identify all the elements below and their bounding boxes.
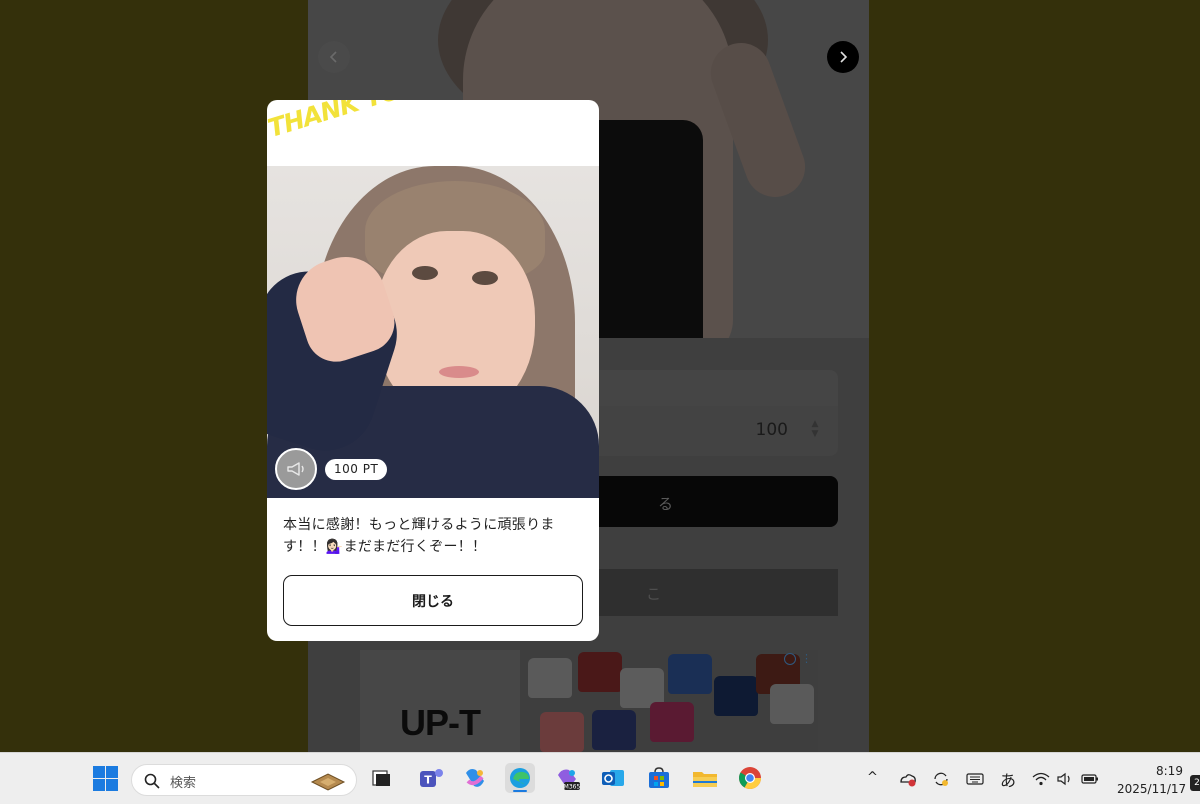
ad-image: ⋮ <box>520 650 818 752</box>
avatar <box>275 448 317 490</box>
microsoft-store-icon[interactable] <box>644 763 674 793</box>
onedrive-error-icon[interactable] <box>899 771 917 787</box>
carousel-next-button[interactable] <box>827 41 859 73</box>
task-view-icon[interactable] <box>366 763 396 793</box>
thank-you-modal: THANK YOU 100 PT 本当に感謝！もっと輝けるように頑張ります！！💁… <box>267 100 599 641</box>
file-explorer-icon[interactable] <box>690 763 720 793</box>
megaphone-icon <box>287 462 304 476</box>
sync-icon[interactable] <box>932 771 950 787</box>
teams-icon[interactable]: T <box>416 763 446 793</box>
chrome-icon[interactable] <box>735 763 765 793</box>
thank-you-message: 本当に感謝！もっと輝けるように頑張ります！！💁🏻‍♀️まだまだ行くぞー！！ <box>283 517 555 555</box>
m365-icon[interactable]: M365 <box>552 763 582 793</box>
ad-info-icon[interactable] <box>784 653 796 665</box>
volume-icon[interactable] <box>1056 771 1074 787</box>
points-badge: 100 PT <box>325 459 388 480</box>
search-icon <box>144 773 160 789</box>
clock-date[interactable]: 2025/11/17 <box>1117 782 1186 796</box>
tray-overflow-chevron-icon[interactable]: ^ <box>867 770 878 785</box>
ad-more-icon[interactable]: ⋮ <box>801 652 812 665</box>
keyboard-icon[interactable] <box>966 771 984 787</box>
chevron-left-icon <box>329 51 337 63</box>
close-button[interactable]: 閉じる <box>283 575 583 626</box>
quantity-stepper-icon[interactable]: ▲ ▼ <box>810 419 820 441</box>
chevron-right-icon <box>840 51 848 63</box>
taskbar: 検索 T M365 ^ あ 8:19 2025/11/17 2 <box>0 752 1200 804</box>
quantity-value: 100 <box>755 420 788 440</box>
outlook-icon[interactable] <box>598 763 628 793</box>
clock-time[interactable]: 8:19 <box>1156 764 1183 778</box>
search-placeholder: 検索 <box>170 776 197 791</box>
search-highlight-icon <box>310 773 346 791</box>
copilot-icon[interactable] <box>460 763 490 793</box>
edge-icon[interactable] <box>505 763 535 793</box>
modal-photo: 100 PT <box>267 166 599 498</box>
svg-text:T: T <box>424 774 432 787</box>
thank-you-banner: THANK YOU <box>267 100 423 143</box>
battery-icon[interactable] <box>1081 771 1099 787</box>
notification-badge[interactable]: 2 <box>1190 775 1200 791</box>
ad-banner[interactable]: UP-T ⋮ <box>360 650 818 752</box>
wifi-icon[interactable] <box>1032 771 1050 787</box>
send-gift-label: る <box>658 495 674 513</box>
section-header-text: こ <box>646 585 662 603</box>
ad-logo: UP-T <box>400 702 481 743</box>
windows-start-icon[interactable] <box>90 763 120 793</box>
taskbar-search-box[interactable]: 検索 <box>131 764 357 796</box>
ime-mode-indicator[interactable]: あ <box>1000 767 1016 791</box>
svg-text:M365: M365 <box>564 784 581 791</box>
carousel-prev-button[interactable] <box>318 41 350 73</box>
